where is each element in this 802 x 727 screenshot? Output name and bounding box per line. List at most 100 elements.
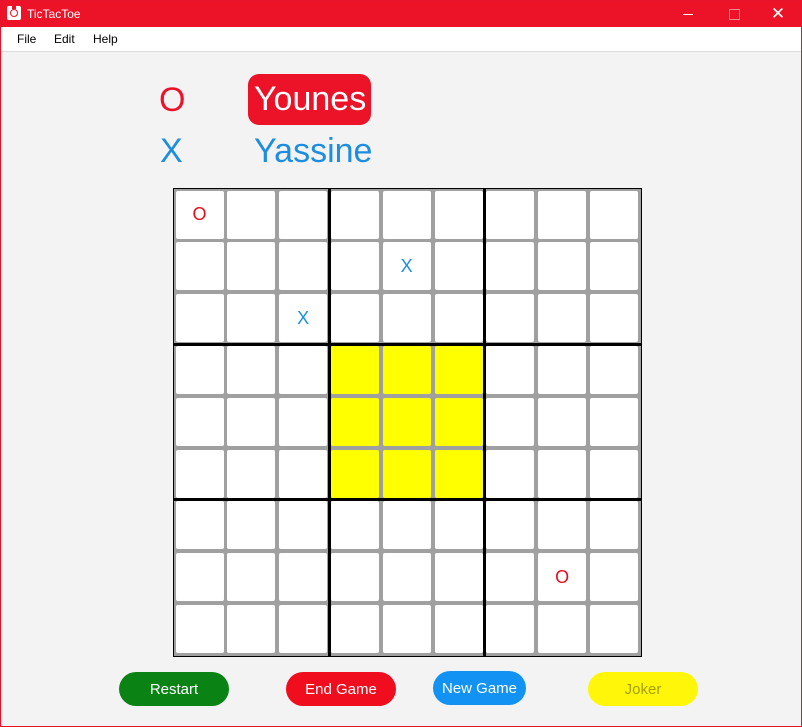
menu-file[interactable]: File bbox=[17, 32, 36, 46]
board-cell[interactable] bbox=[538, 294, 587, 343]
board-cell[interactable] bbox=[330, 604, 379, 653]
board-cell[interactable] bbox=[279, 449, 328, 498]
menu-edit[interactable]: Edit bbox=[54, 32, 75, 46]
maximize-icon bbox=[728, 8, 740, 20]
close-button[interactable]: ✕ bbox=[755, 1, 801, 27]
board-cell[interactable] bbox=[434, 604, 483, 653]
board-cell[interactable] bbox=[538, 397, 587, 446]
board-cell[interactable] bbox=[330, 190, 379, 239]
board-cell[interactable] bbox=[279, 397, 328, 446]
board-cell[interactable] bbox=[589, 501, 638, 550]
board-cell[interactable] bbox=[434, 449, 483, 498]
board-cell[interactable] bbox=[330, 345, 379, 394]
board-cell[interactable] bbox=[330, 294, 379, 343]
board-cell[interactable] bbox=[175, 294, 224, 343]
board-cell[interactable] bbox=[538, 345, 587, 394]
block-divider-horizontal bbox=[174, 342, 641, 346]
board-cell[interactable]: O bbox=[538, 553, 587, 602]
board-cell[interactable] bbox=[589, 604, 638, 653]
board-cell[interactable] bbox=[279, 242, 328, 291]
board-cell[interactable] bbox=[175, 242, 224, 291]
board-cell[interactable] bbox=[486, 294, 535, 343]
board-cell[interactable] bbox=[382, 449, 431, 498]
board-cell[interactable] bbox=[486, 604, 535, 653]
board-cell[interactable] bbox=[589, 242, 638, 291]
board-cell[interactable] bbox=[486, 345, 535, 394]
board-cell[interactable] bbox=[486, 553, 535, 602]
board-cell[interactable]: O bbox=[175, 190, 224, 239]
board-cell[interactable] bbox=[330, 449, 379, 498]
board-cell[interactable] bbox=[227, 449, 276, 498]
board-cell[interactable] bbox=[486, 190, 535, 239]
player1-symbol: O bbox=[159, 81, 186, 119]
app-icon bbox=[7, 6, 21, 20]
restart-button[interactable]: Restart bbox=[119, 672, 229, 706]
board-cell[interactable] bbox=[382, 501, 431, 550]
board-cell[interactable] bbox=[434, 345, 483, 394]
board-cell[interactable] bbox=[434, 501, 483, 550]
board-cell[interactable] bbox=[227, 242, 276, 291]
menu-help[interactable]: Help bbox=[93, 32, 118, 46]
board-cell[interactable] bbox=[382, 553, 431, 602]
board-cell[interactable] bbox=[589, 397, 638, 446]
board-cell[interactable] bbox=[175, 553, 224, 602]
board-cell[interactable] bbox=[175, 604, 224, 653]
board-cell[interactable] bbox=[538, 190, 587, 239]
board-cell[interactable] bbox=[434, 397, 483, 446]
board-cell[interactable] bbox=[434, 190, 483, 239]
board-cell[interactable] bbox=[538, 242, 587, 291]
board-cell[interactable] bbox=[227, 294, 276, 343]
board-cell[interactable] bbox=[175, 449, 224, 498]
board-cell[interactable] bbox=[227, 397, 276, 446]
board-cell[interactable] bbox=[330, 553, 379, 602]
maximize-button[interactable] bbox=[711, 1, 757, 27]
board-cell[interactable] bbox=[434, 242, 483, 291]
board-cell[interactable]: X bbox=[279, 294, 328, 343]
board-cell[interactable] bbox=[279, 345, 328, 394]
board-cell[interactable] bbox=[279, 604, 328, 653]
board-cell[interactable] bbox=[382, 604, 431, 653]
board-cell[interactable] bbox=[486, 397, 535, 446]
board-cell[interactable] bbox=[538, 501, 587, 550]
board-cell[interactable] bbox=[330, 501, 379, 550]
board-cell[interactable] bbox=[538, 449, 587, 498]
joker-button[interactable]: Joker bbox=[588, 672, 698, 706]
board-cell[interactable] bbox=[382, 397, 431, 446]
board-cell[interactable] bbox=[227, 345, 276, 394]
board-cell[interactable]: X bbox=[382, 242, 431, 291]
board-cell[interactable] bbox=[175, 501, 224, 550]
board-cell[interactable] bbox=[175, 345, 224, 394]
board-cell[interactable] bbox=[227, 190, 276, 239]
title-bar[interactable]: TicTacToe ✕ bbox=[1, 1, 801, 27]
minimize-button[interactable] bbox=[665, 1, 711, 27]
board-cell[interactable] bbox=[589, 345, 638, 394]
board-cell[interactable] bbox=[330, 242, 379, 291]
end-game-button[interactable]: End Game bbox=[286, 672, 396, 706]
board-cell[interactable] bbox=[538, 604, 587, 653]
new-game-button[interactable]: New Game bbox=[433, 671, 526, 705]
board-cell[interactable] bbox=[330, 397, 379, 446]
board-cell[interactable] bbox=[382, 294, 431, 343]
block-divider-vertical bbox=[327, 189, 331, 656]
board-cell[interactable] bbox=[589, 190, 638, 239]
board-cell[interactable] bbox=[227, 604, 276, 653]
board-cell[interactable] bbox=[589, 449, 638, 498]
board-cell[interactable] bbox=[434, 294, 483, 343]
block-divider-horizontal bbox=[174, 498, 641, 502]
board-cell[interactable] bbox=[434, 553, 483, 602]
board-cell[interactable] bbox=[589, 294, 638, 343]
board-cell[interactable] bbox=[486, 501, 535, 550]
board-cell[interactable] bbox=[486, 242, 535, 291]
board-cell[interactable] bbox=[279, 501, 328, 550]
board-cell[interactable] bbox=[279, 190, 328, 239]
board-cell[interactable] bbox=[382, 190, 431, 239]
board-cell[interactable] bbox=[175, 397, 224, 446]
board-cell[interactable] bbox=[227, 553, 276, 602]
window-title: TicTacToe bbox=[27, 7, 81, 21]
board-cell[interactable] bbox=[486, 449, 535, 498]
game-board: O X X O bbox=[173, 188, 642, 657]
board-cell[interactable] bbox=[382, 345, 431, 394]
board-cell[interactable] bbox=[279, 553, 328, 602]
board-cell[interactable] bbox=[227, 501, 276, 550]
board-cell[interactable] bbox=[589, 553, 638, 602]
